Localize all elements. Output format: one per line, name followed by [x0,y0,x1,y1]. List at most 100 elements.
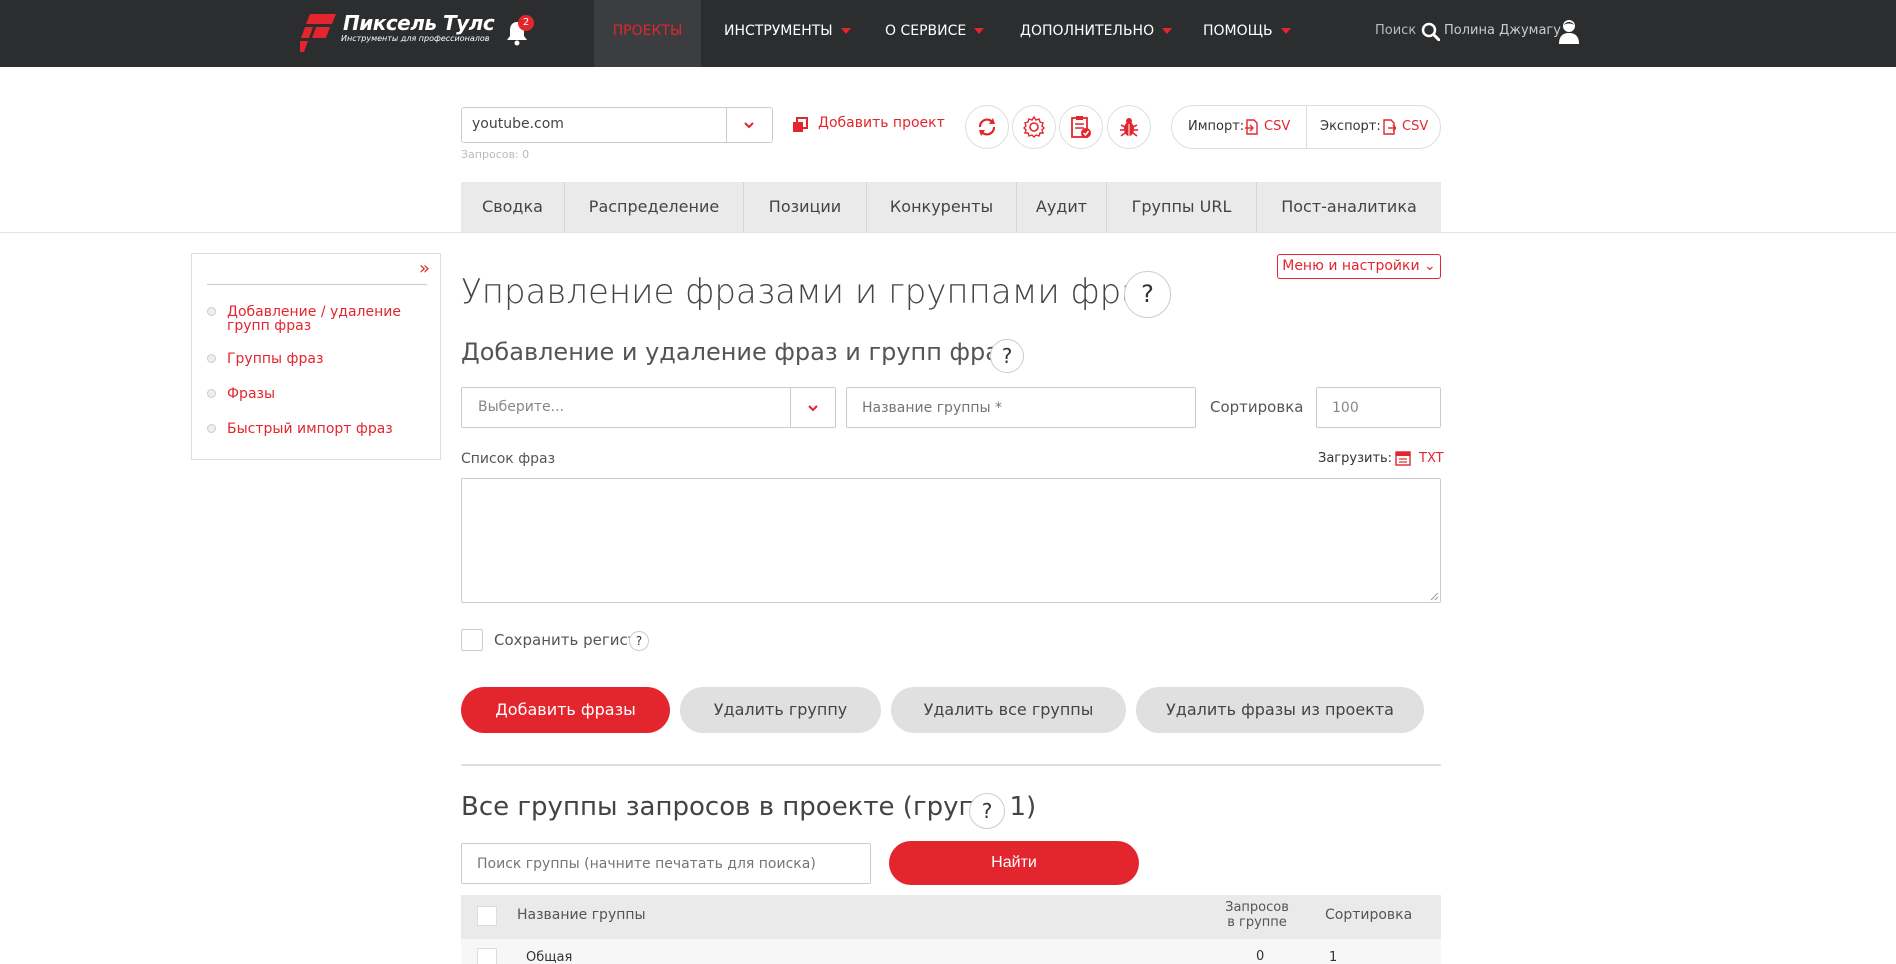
file-import-icon[interactable] [1245,119,1259,135]
caret-down-icon [1280,28,1291,34]
delete-all-groups-button[interactable]: Удалить все группы [891,687,1126,733]
help-icon[interactable]: ? [990,339,1024,373]
load-txt-link[interactable]: TXT [1419,451,1444,466]
menu-settings-label: Меню и настройки [1282,258,1420,274]
add-project-icon[interactable] [792,117,808,133]
delete-phrases-button[interactable]: Удалить фразы из проекта [1136,687,1424,733]
find-button[interactable]: Найти [889,841,1139,885]
column-header-count[interactable]: Запросов в группе [1217,900,1297,930]
notification-badge: 2 [518,15,534,31]
column-header-count-line2: в группе [1227,915,1287,930]
nav-about-label: О СЕРВИСЕ [885,23,967,39]
import-label: Импорт: [1188,119,1245,134]
column-header-sort[interactable]: Сортировка [1325,907,1412,923]
nav-tools-label: ИНСТРУМЕНТЫ [724,23,833,39]
tab-positions[interactable]: Позиции [744,182,867,232]
user-name[interactable]: Полина Джумагу [1444,23,1561,38]
phrase-list-textarea[interactable] [461,478,1441,603]
help-icon[interactable]: ? [629,631,649,651]
help-icon[interactable]: ? [969,793,1005,829]
sidebar-item-quick-import[interactable]: Быстрый импорт фраз [207,422,427,436]
logo-title[interactable]: Пиксель Тулс [343,11,495,35]
sidebar-item-phrase-groups[interactable]: Группы фраз [207,352,427,366]
settings-button[interactable] [1012,105,1056,149]
phrase-list-label: Список фраз [461,451,556,467]
row-group-name[interactable]: Общая [526,950,572,964]
tab-url-groups[interactable]: Группы URL [1107,182,1257,232]
keep-case-label[interactable]: Сохранить регистр [494,631,646,649]
tab-summary[interactable]: Сводка [461,182,565,232]
caret-down-icon [1162,28,1173,34]
groups-table-header: Название группы Запросов в группе Сортир… [461,895,1441,939]
nav-extra[interactable]: ДОПОЛНИТЕЛЬНО [1020,0,1173,67]
nav-help[interactable]: ПОМОЩЬ [1203,0,1291,67]
select-divider [790,388,791,427]
chevron-down-icon[interactable] [742,119,756,131]
sidebar-item-phrases[interactable]: Фразы [207,387,427,401]
bullet-icon [207,389,216,398]
row-checkbox[interactable] [477,948,497,964]
top-navigation-bar: Пиксель Тулс Инструменты для профессиона… [0,0,1896,67]
sidebar-item-label: Фразы [227,386,276,402]
nav-projects[interactable]: ПРОЕКТЫ [594,0,701,67]
project-select[interactable]: youtube.com [461,107,773,143]
sidebar-item-add-remove-groups[interactable]: Добавление / удаление групп фраз [207,305,427,333]
group-search-input[interactable] [461,843,871,884]
column-header-count-line1: Запросов [1225,900,1289,915]
section-divider [461,764,1441,766]
add-phrases-button[interactable]: Добавить фразы [461,687,670,733]
file-export-icon[interactable] [1382,119,1396,135]
sidebar-divider [207,284,427,285]
bullet-icon [207,307,216,316]
project-select-value: youtube.com [472,116,564,132]
group-select[interactable]: Выберите... [461,387,836,428]
delete-group-button[interactable]: Удалить группу [680,687,881,733]
tab-post-analytics[interactable]: Пост-аналитика [1257,182,1441,232]
sort-input[interactable] [1316,387,1441,428]
menu-settings-button[interactable]: Меню и настройки ⌄ [1277,254,1441,279]
bug-report-button[interactable] [1107,105,1151,149]
bullet-icon [207,354,216,363]
table-row[interactable]: Общая 0 1 [461,939,1441,964]
clipboard-check-icon [1071,116,1091,138]
tab-distribution[interactable]: Распределение [565,182,744,232]
help-icon[interactable]: ? [1124,271,1171,318]
requests-count: Запросов: 0 [461,148,530,161]
collapse-sidebar-icon[interactable]: » [419,258,430,279]
nav-about[interactable]: О СЕРВИСЕ [885,0,985,67]
header-search-label[interactable]: Поиск [1375,23,1416,38]
export-csv-link[interactable]: CSV [1402,119,1428,134]
import-export-box: Импорт: CSV Экспорт: CSV [1171,105,1441,149]
tab-audit[interactable]: Аудит [1017,182,1107,232]
chevron-down-icon[interactable] [806,402,820,414]
row-query-count: 0 [1256,949,1265,964]
import-csv-link[interactable]: CSV [1264,119,1290,134]
add-project-link[interactable]: Добавить проект [818,115,945,131]
select-all-checkbox[interactable] [477,906,497,926]
column-header-name[interactable]: Название группы [517,907,646,923]
tab-competitors[interactable]: Конкуренты [867,182,1017,232]
row-sort-value: 1 [1329,950,1338,964]
refresh-button[interactable] [965,105,1009,149]
txt-file-icon[interactable] [1395,450,1411,466]
keep-case-checkbox[interactable] [461,629,483,651]
section-title-all-groups: Все группы запросов в проекте (групп: 1) [461,792,1037,822]
bullet-icon [207,424,216,433]
sidebar-item-label: Быстрый импорт фраз [227,421,393,437]
resize-grip-icon[interactable] [1430,592,1439,601]
page-title: Управление фразами и группами фраз [461,272,1161,312]
section-title-add-remove: Добавление и удаление фраз и групп фраз [461,338,1013,366]
logo-subtitle: Инструменты для профессионалов [341,34,490,43]
user-avatar-icon[interactable] [1558,19,1580,45]
caret-down-icon [974,28,985,34]
nav-help-label: ПОМОЩЬ [1203,23,1273,39]
search-icon[interactable] [1421,22,1440,41]
header-divider [0,232,1896,233]
report-button[interactable] [1059,105,1103,149]
import-export-divider [1306,106,1307,148]
group-name-input[interactable] [846,387,1196,428]
nav-tools[interactable]: ИНСТРУМЕНТЫ [724,0,851,67]
project-tabs: Сводка Распределение Позиции Конкуренты … [461,182,1441,232]
logo-icon[interactable] [300,14,336,52]
caret-down-icon [840,28,851,34]
